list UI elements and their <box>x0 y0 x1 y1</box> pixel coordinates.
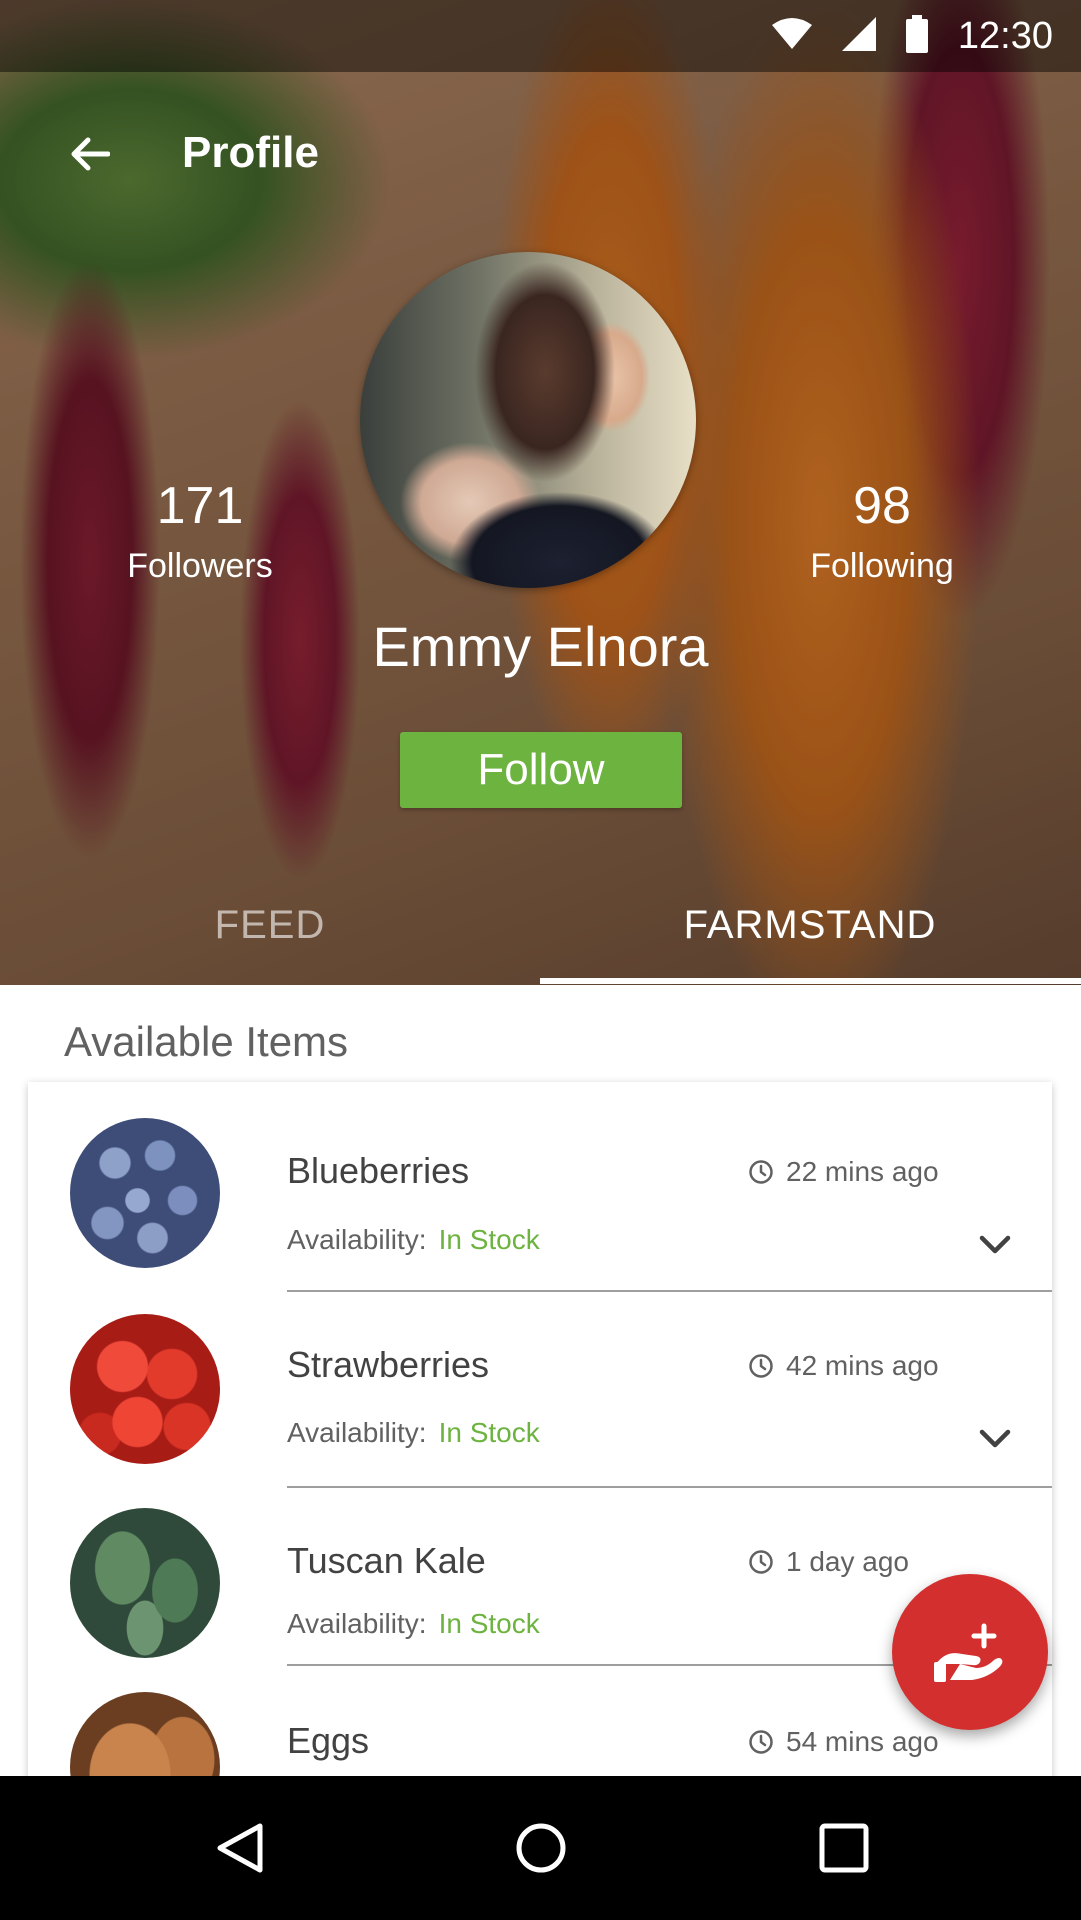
item-thumbnail <box>70 1314 220 1464</box>
page-title: Profile <box>182 128 319 177</box>
availability-label: Availability: <box>287 1224 427 1255</box>
tab-feed[interactable]: FEED <box>0 870 540 980</box>
back-triangle-icon <box>217 1823 263 1873</box>
following-stat[interactable]: 98 Following <box>762 476 1002 588</box>
arrow-left-icon <box>71 137 110 171</box>
item-name: Eggs <box>287 1720 370 1761</box>
hand-plus-icon <box>934 1623 1003 1682</box>
item-name: Tuscan Kale <box>287 1540 486 1581</box>
item-timestamp: 54 mins ago <box>748 1726 939 1758</box>
nav-recents-button[interactable] <box>808 1812 880 1884</box>
clock-icon <box>749 1160 773 1184</box>
clock-icon <box>749 1354 773 1378</box>
followers-stat[interactable]: 171 Followers <box>80 476 320 588</box>
item-thumbnail <box>70 1508 220 1658</box>
chevron-down-icon[interactable] <box>978 1234 1012 1256</box>
item-time-text: 22 mins ago <box>786 1156 939 1187</box>
availability-value: In Stock <box>438 1417 540 1448</box>
list-item[interactable]: Blueberries 22 mins ago Availability: In … <box>28 1082 1052 1292</box>
profile-tabs: FEED FARMSTAND <box>0 870 1081 985</box>
item-thumbnail <box>70 1118 220 1268</box>
item-time-text: 54 mins ago <box>786 1726 939 1757</box>
item-timestamp: 22 mins ago <box>748 1156 939 1188</box>
system-nav-bar <box>0 1776 1081 1920</box>
list-item[interactable]: Strawberries 42 mins ago Availability: In… <box>28 1292 1052 1488</box>
tab-indicator <box>540 978 1081 984</box>
item-timestamp: 42 mins ago <box>748 1350 939 1382</box>
following-label: Following <box>810 547 954 585</box>
battery-icon <box>905 14 928 58</box>
status-bar: 12:30 <box>0 0 1081 72</box>
toolbar: Profile <box>0 120 1081 186</box>
availability-label: Availability: <box>287 1417 427 1448</box>
clock-icon <box>749 1730 773 1754</box>
item-name: Blueberries <box>287 1150 470 1191</box>
follow-button[interactable]: Follow <box>400 732 682 808</box>
tab-farmstand[interactable]: FARMSTAND <box>540 870 1080 980</box>
following-count: 98 <box>853 477 911 535</box>
wifi-icon <box>771 17 812 56</box>
nav-home-button[interactable] <box>505 1812 577 1884</box>
status-time: 12:30 <box>957 14 1053 57</box>
followers-count: 171 <box>156 477 244 535</box>
home-circle-icon <box>516 1823 566 1873</box>
recents-square-icon <box>819 1823 869 1873</box>
cell-signal-icon <box>841 16 876 56</box>
item-time-text: 1 day ago <box>786 1546 909 1577</box>
availability-value: In Stock <box>438 1224 540 1255</box>
followers-label: Followers <box>127 547 273 585</box>
add-item-fab[interactable] <box>892 1574 1048 1730</box>
section-title: Available Items <box>64 1018 349 1065</box>
availability-value: In Stock <box>438 1608 540 1639</box>
item-availability: Availability: In Stock <box>287 1224 540 1256</box>
item-thumbnail <box>70 1692 220 1782</box>
item-availability: Availability: In Stock <box>287 1417 540 1449</box>
chevron-down-icon[interactable] <box>978 1428 1012 1450</box>
clock-icon <box>749 1550 773 1574</box>
profile-header: 12:30 Profile 171 Followers 98 Following… <box>0 0 1081 985</box>
item-time-text: 42 mins ago <box>786 1350 939 1381</box>
profile-name: Emmy Elnora <box>372 615 709 678</box>
availability-label: Availability: <box>287 1608 427 1639</box>
nav-back-button[interactable] <box>204 1812 276 1884</box>
avatar[interactable] <box>360 252 696 588</box>
item-availability: Availability: In Stock <box>287 1608 540 1640</box>
back-button[interactable] <box>62 130 118 178</box>
item-name: Strawberries <box>287 1344 490 1385</box>
item-timestamp: 1 day ago <box>748 1546 909 1578</box>
